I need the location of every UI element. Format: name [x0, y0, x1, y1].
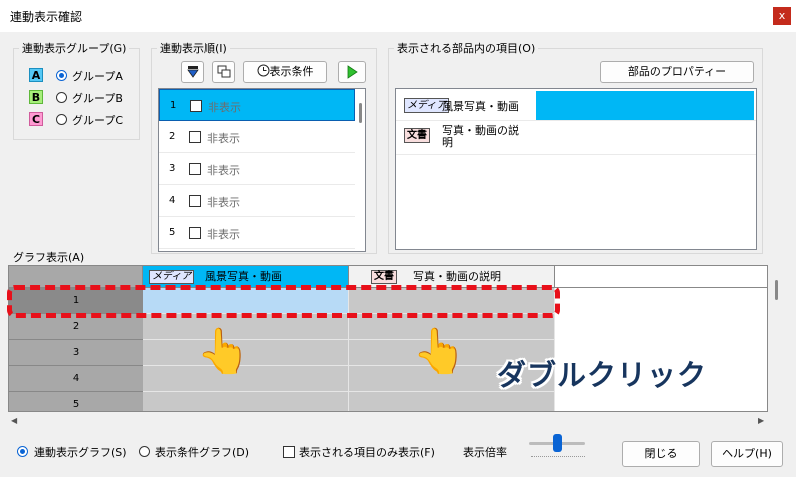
pointing-hand-icon: 👆 [196, 326, 251, 377]
show-items-only-checkbox[interactable] [283, 446, 295, 458]
group-c-label: グループC [72, 114, 124, 127]
row-checkbox[interactable] [189, 131, 201, 143]
list-item[interactable]: 文書 写真・動画の説明 [396, 121, 756, 155]
list-item[interactable]: メディア 風景写真・動画 [396, 89, 756, 121]
row-checkbox[interactable] [189, 195, 201, 207]
list-item[interactable]: 2 非表示 [159, 121, 355, 153]
graph-cell[interactable] [349, 392, 555, 411]
window-title: 連動表示確認 [10, 10, 83, 24]
items-list: メディア 風景写真・動画 文書 写真・動画の説明 [395, 88, 757, 250]
graph-title: グラフ表示(A) [13, 251, 85, 264]
part-properties-button[interactable]: 部品のプロパティー [600, 61, 754, 83]
zoom-slider-thumb[interactable] [553, 434, 562, 452]
graph-row-header[interactable]: 3 [9, 340, 143, 366]
link-group-box: 連動表示グループ(G) A グループA B グループB C グループC [13, 42, 140, 140]
link-group-title: 連動表示グループ(G) [19, 42, 130, 55]
play-button[interactable] [338, 61, 366, 83]
list-item[interactable]: 1 非表示 [159, 89, 355, 121]
group-a-badge: A [29, 68, 43, 82]
row-checkbox[interactable] [190, 100, 202, 112]
document-tag: 文書 [404, 128, 430, 143]
title-bar: 連動表示確認 x [0, 0, 796, 32]
graph-row-header[interactable]: 4 [9, 366, 143, 392]
list-scrollbar[interactable] [359, 103, 362, 123]
condition-graph-radio[interactable] [139, 446, 150, 457]
graph-empty-header [555, 266, 767, 288]
items-box: 表示される部品内の項目(O) 部品のプロパティー メディア 風景写真・動画 文書… [388, 42, 763, 254]
help-button[interactable]: ヘルプ(H) [711, 441, 783, 467]
group-a-label: グループA [72, 70, 123, 83]
link-graph-label: 連動表示グラフ(S) [34, 446, 127, 459]
list-item[interactable]: 3 非表示 [159, 153, 355, 185]
group-a-radio[interactable] [56, 70, 67, 81]
graph-row-header[interactable]: 5 [9, 392, 143, 411]
display-condition-label: 表示条件 [269, 65, 314, 78]
link-order-title: 連動表示順(I) [157, 42, 230, 55]
display-condition-button[interactable]: 表示条件 [243, 61, 327, 83]
group-b-badge: B [29, 90, 43, 104]
group-c-badge: C [29, 112, 43, 126]
arrow-down-icon [186, 66, 199, 78]
group-c-radio[interactable] [56, 114, 67, 125]
group-b-radio[interactable] [56, 92, 67, 103]
condition-graph-label: 表示条件グラフ(D) [155, 446, 250, 459]
selection-highlight [536, 91, 754, 120]
scroll-right-arrow[interactable]: ▶ [758, 416, 764, 425]
list-item[interactable]: 4 非表示 [159, 185, 355, 217]
show-items-only-label: 表示される項目のみ表示(F) [299, 446, 435, 459]
items-box-title: 表示される部品内の項目(O) [394, 42, 539, 55]
close-window-button[interactable]: x [773, 7, 791, 25]
link-graph-radio[interactable] [17, 446, 28, 457]
row-checkbox[interactable] [189, 163, 201, 175]
play-icon [347, 65, 358, 79]
copy-button[interactable] [212, 61, 235, 83]
zoom-ticks [531, 456, 585, 458]
list-item[interactable]: 5 非表示 [159, 217, 355, 249]
graph-vertical-scrollbar[interactable] [775, 280, 778, 300]
clock-icon [257, 64, 269, 77]
scroll-left-arrow[interactable]: ◀ [11, 416, 17, 425]
highlight-annotation [7, 285, 560, 318]
link-order-box: 連動表示順(I) 表示条件 1 非表示 2 非表示 3 非表示 4 非表示 5 … [151, 42, 377, 254]
close-button[interactable]: 閉じる [622, 441, 700, 467]
move-down-button[interactable] [181, 61, 204, 83]
pointing-hand-icon: 👆 [412, 326, 467, 377]
copy-icon [217, 65, 230, 78]
group-b-label: グループB [72, 92, 123, 105]
double-click-annotation: ダブルクリック [497, 358, 708, 392]
zoom-label: 表示倍率 [463, 446, 507, 459]
graph-cell[interactable] [143, 392, 349, 411]
link-order-list: 1 非表示 2 非表示 3 非表示 4 非表示 5 非表示 [158, 88, 366, 252]
row-checkbox[interactable] [189, 227, 201, 239]
